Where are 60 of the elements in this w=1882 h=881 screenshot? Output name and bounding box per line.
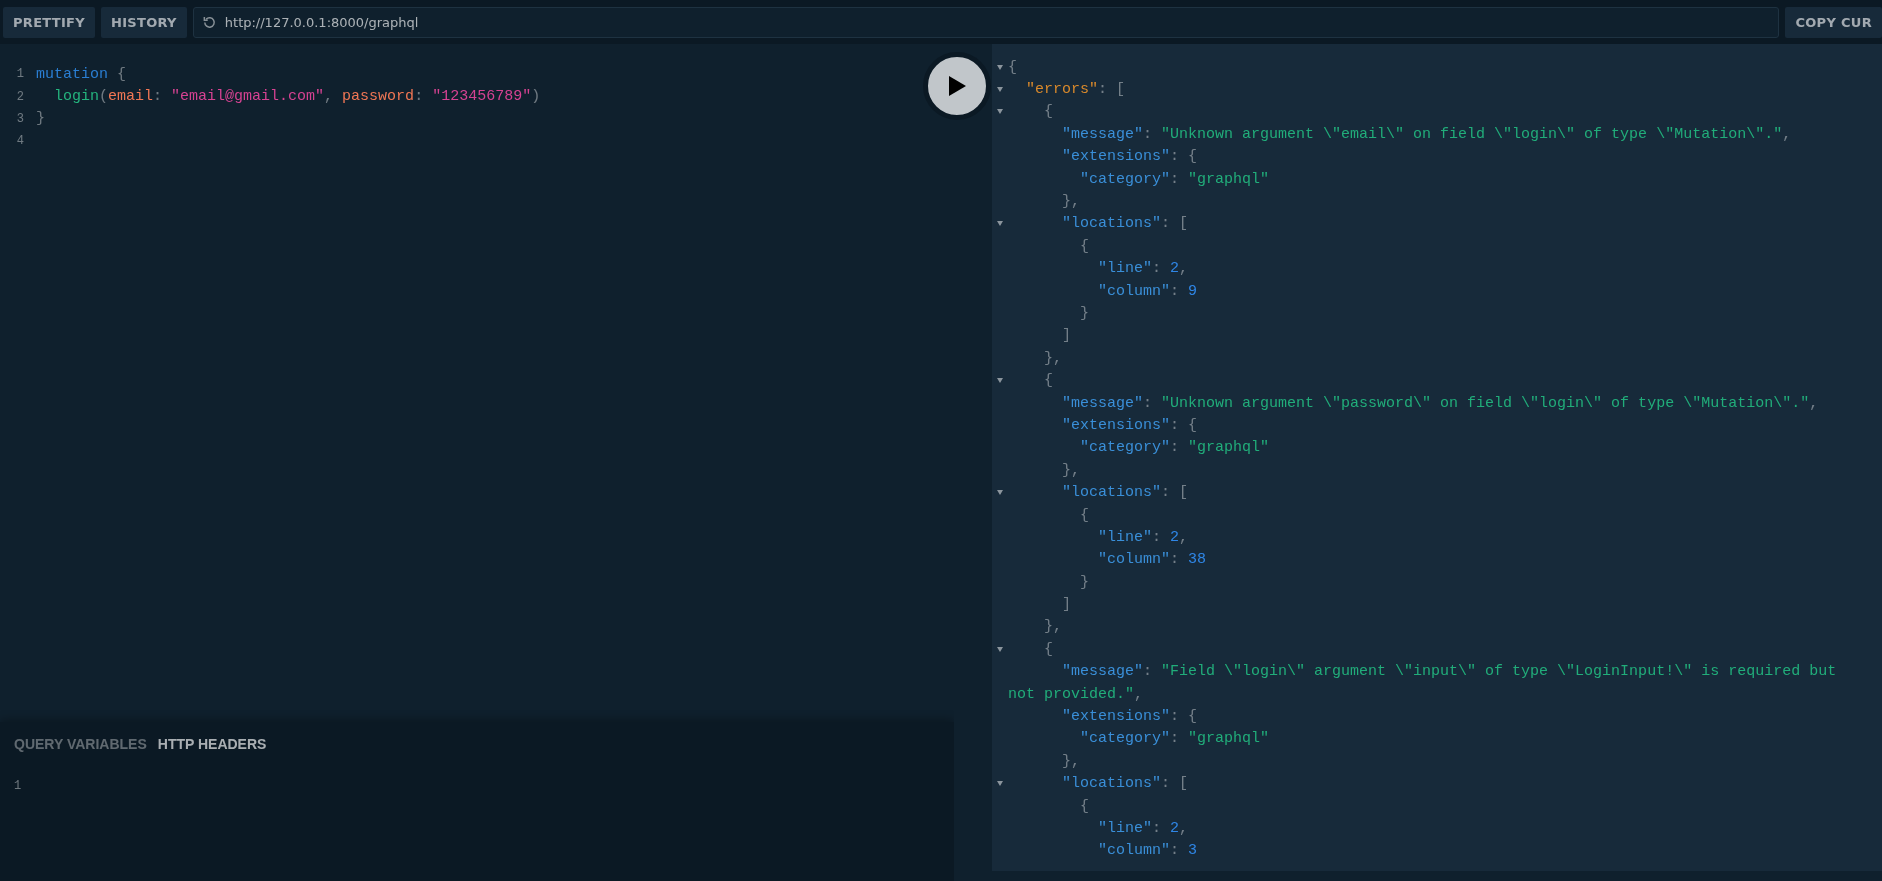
- code-line: },: [1043, 618, 1062, 636]
- code-line: "message": "Field \"login\" argument \"input\" of type \"LoginInput!\" is required but: [1061, 663, 1837, 681]
- code-line: "column": 9: [1097, 282, 1198, 300]
- collapse-arrow-icon[interactable]: [997, 87, 1003, 93]
- code-line: },: [1043, 349, 1062, 367]
- code-line: "column": 38: [1097, 551, 1207, 569]
- line-number: 1: [15, 67, 25, 82]
- collapse-arrow-icon[interactable]: [997, 378, 1003, 384]
- code-line: not provided.",: [1008, 685, 1144, 703]
- code-line: }: [1079, 305, 1089, 322]
- code-line: "line": 2,: [1097, 528, 1189, 546]
- code-line: "extensions": {: [1061, 148, 1198, 166]
- code-line: "extensions": {: [1061, 708, 1198, 725]
- play-icon: [947, 75, 967, 97]
- code-line: {: [1043, 103, 1053, 121]
- code-line: "column": 3: [1097, 842, 1198, 860]
- code-line: {: [1008, 58, 1017, 76]
- code-line: }: [36, 110, 45, 128]
- code-line: ]: [1061, 327, 1071, 345]
- code-line: {: [1079, 797, 1089, 815]
- code-line: "category": "graphql": [1079, 170, 1270, 188]
- code-line: {: [1079, 237, 1089, 255]
- code-line: "category": "graphql": [1079, 730, 1270, 748]
- code-line: },: [1061, 193, 1080, 211]
- code-line: "locations": [: [1061, 215, 1189, 233]
- collapse-arrow-icon[interactable]: [997, 109, 1003, 115]
- code-line: },: [1061, 752, 1080, 770]
- code-line: "category": "graphql": [1079, 439, 1270, 457]
- code-line: "line": 2,: [1097, 260, 1189, 278]
- toolbar-button[interactable]: PRETTIFY: [3, 6, 95, 38]
- code-line: "message": "Unknown argument \"email\" on field \"login\" of type \"Mutation\".",: [1061, 125, 1792, 143]
- code-line: "locations": [: [1061, 484, 1189, 502]
- url-field[interactable]: http://127.0.0.1:8000/graphql: [192, 6, 1780, 38]
- code-line: {: [1079, 506, 1089, 524]
- code-line: "errors": [: [1025, 81, 1126, 99]
- code-line: },: [1061, 461, 1080, 479]
- collapse-arrow-icon[interactable]: [997, 221, 1003, 227]
- code-line: "locations": [: [1061, 775, 1189, 793]
- code-line: "message": "Unknown argument \"password\" on field \"login\" of type \"Mutation\".",: [1061, 394, 1819, 412]
- code-line: login(email: "email@gmail.com", password: "123456789"): [53, 88, 541, 106]
- code-line: "line": 2,: [1097, 819, 1189, 837]
- panel-tab[interactable]: QUERY VARIABLES: [14, 736, 147, 752]
- toolbar-button[interactable]: HISTORY: [101, 6, 187, 38]
- code-line: ]: [1061, 596, 1071, 614]
- code-line: "extensions": {: [1061, 416, 1198, 434]
- collapse-arrow-icon[interactable]: [997, 64, 1003, 70]
- code-line: {: [1043, 640, 1053, 658]
- collapse-arrow-icon[interactable]: [997, 781, 1003, 787]
- code-line: mutation {: [36, 65, 127, 83]
- code-line: }: [1079, 573, 1089, 591]
- line-number: 3: [15, 111, 25, 126]
- copy-curl-button[interactable]: COPY CUR: [1785, 6, 1882, 38]
- collapse-arrow-icon[interactable]: [997, 490, 1003, 496]
- line-number: 1: [14, 779, 22, 793]
- collapse-arrow-icon[interactable]: [997, 646, 1003, 652]
- reload-icon[interactable]: [201, 14, 217, 30]
- code-line: {: [1043, 372, 1053, 390]
- line-number: 4: [15, 134, 25, 149]
- line-number: 2: [15, 89, 25, 104]
- panel-tab[interactable]: HTTP HEADERS: [157, 736, 267, 752]
